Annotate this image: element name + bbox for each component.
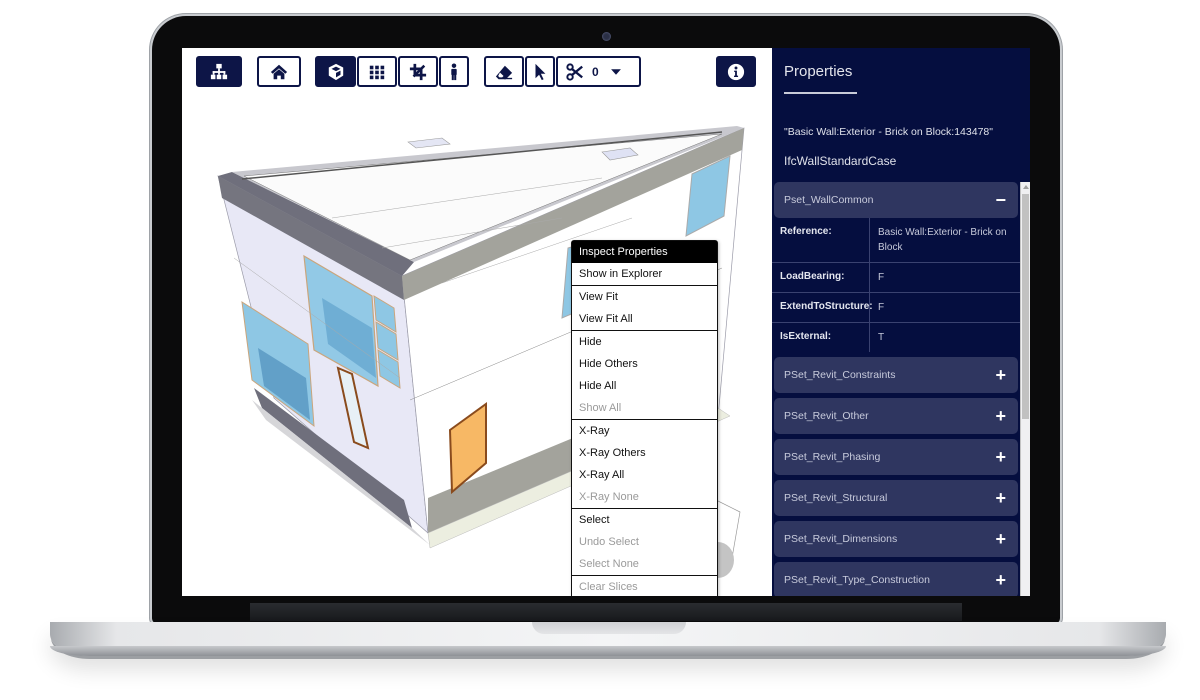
- pset-header-pset-revit-other[interactable]: PSet_Revit_Other +: [774, 398, 1018, 434]
- pointer-icon: [535, 63, 546, 80]
- perspective-button[interactable]: [315, 56, 356, 87]
- info-icon: [727, 63, 745, 80]
- expand-icon[interactable]: +: [995, 530, 1006, 548]
- home-button[interactable]: [257, 56, 301, 87]
- expand-icon[interactable]: +: [995, 571, 1006, 589]
- menu-item-select[interactable]: Select: [572, 509, 717, 531]
- object-type: IfcWallStandardCase: [784, 154, 897, 168]
- property-value: F: [878, 302, 885, 313]
- pset-name: PSet_Revit_Type_Construction: [784, 574, 930, 586]
- property-row: ExtendToStructure: F: [772, 293, 1020, 323]
- context-menu-group: Hide Hide Others Hide All Show All: [572, 330, 717, 419]
- property-value: F: [878, 272, 885, 283]
- property-key: LoadBearing:: [772, 263, 870, 292]
- property-table: Reference: Basic Wall:Exterior - Brick on…: [772, 218, 1020, 352]
- select-button[interactable]: [525, 56, 555, 87]
- scroll-up-icon[interactable]: [1023, 185, 1029, 189]
- menu-item-x-ray-others[interactable]: X-Ray Others: [572, 442, 717, 464]
- person-icon: [451, 62, 457, 80]
- pset-name: Pset_WallCommon: [784, 194, 874, 206]
- menu-item-hide-others[interactable]: Hide Others: [572, 353, 717, 375]
- menu-item-hide[interactable]: Hide: [572, 331, 717, 353]
- pset-header-pset-revit-constraints[interactable]: PSet_Revit_Constraints +: [774, 357, 1018, 393]
- first-person-button[interactable]: [439, 56, 469, 87]
- menu-item-x-ray-none: X-Ray None: [579, 491, 639, 503]
- title-underline: [784, 92, 857, 94]
- crop-button[interactable]: [398, 56, 438, 87]
- pset-name: PSet_Revit_Phasing: [784, 451, 881, 463]
- property-value: T: [878, 332, 885, 343]
- crop-icon: [409, 63, 427, 80]
- home-icon: [270, 64, 288, 79]
- menu-item-undo-select: Undo Select: [579, 536, 639, 548]
- context-menu-group: View Fit View Fit All: [572, 285, 717, 330]
- explorer-button[interactable]: [196, 56, 242, 87]
- slice-dropdown[interactable]: 0: [556, 56, 641, 87]
- menu-item-hide-all[interactable]: Hide All: [572, 375, 717, 397]
- app-screen: 0 Inspect Properties Show in Explorer View…: [182, 48, 1030, 596]
- eraser-icon: [495, 65, 513, 79]
- eraser-button[interactable]: [484, 56, 524, 87]
- properties-panel: Properties "Basic Wall:Exterior - Brick …: [772, 48, 1030, 596]
- pset-list: Pset_WallCommon − Reference: Basic Wall:Ext…: [772, 182, 1020, 596]
- expand-icon[interactable]: +: [995, 448, 1006, 466]
- menu-item-inspect-properties[interactable]: Inspect Properties: [572, 241, 717, 263]
- pset-name: PSet_Revit_Constraints: [784, 369, 896, 381]
- sitemap-icon: [210, 63, 228, 79]
- property-row: Reference: Basic Wall:Exterior - Brick on…: [772, 218, 1020, 263]
- grid-icon: [369, 65, 385, 79]
- laptop-hinge: [250, 603, 962, 621]
- pset-header-pset-revit-structural[interactable]: PSet_Revit_Structural +: [774, 480, 1018, 516]
- property-key: Reference:: [772, 218, 870, 262]
- info-button[interactable]: [716, 56, 756, 87]
- property-row: IsExternal: T: [772, 323, 1020, 352]
- menu-item-show-in-explorer[interactable]: Show in Explorer: [572, 263, 717, 285]
- expand-icon[interactable]: +: [995, 489, 1006, 507]
- 3d-viewport[interactable]: 0 Inspect Properties Show in Explorer View…: [182, 48, 772, 596]
- property-key: ExtendToStructure:: [772, 293, 873, 322]
- context-menu-group: Inspect Properties Show in Explorer: [572, 241, 717, 285]
- menu-item-x-ray-all[interactable]: X-Ray All: [572, 464, 717, 486]
- grid-button[interactable]: [357, 56, 397, 87]
- property-value: Basic Wall:Exterior - Brick on Block: [878, 227, 1007, 253]
- webcam-icon: [602, 32, 611, 41]
- slice-count: 0: [592, 64, 599, 79]
- menu-item-clear-slices: Clear Slices: [579, 581, 638, 593]
- cube-icon: [328, 63, 343, 80]
- pset-name: PSet_Revit_Dimensions: [784, 533, 898, 545]
- pset-header-pset-revit-phasing[interactable]: PSet_Revit_Phasing +: [774, 439, 1018, 475]
- object-name: "Basic Wall:Exterior - Brick on Block:14…: [784, 126, 993, 138]
- pset-header-pset-revit-dimensions[interactable]: PSet_Revit_Dimensions +: [774, 521, 1018, 557]
- property-row: LoadBearing: F: [772, 263, 1020, 293]
- panel-title: Properties: [784, 63, 853, 80]
- laptop-notch: [532, 622, 686, 634]
- caret-down-icon: [610, 68, 621, 75]
- context-menu-group: Select Undo Select Select None: [572, 508, 717, 575]
- property-key: IsExternal:: [772, 323, 870, 352]
- scissors-icon: [566, 62, 583, 81]
- menu-item-x-ray[interactable]: X-Ray: [572, 420, 717, 442]
- pset-name: PSet_Revit_Other: [784, 410, 869, 422]
- expand-icon[interactable]: +: [995, 366, 1006, 384]
- pset-name: PSet_Revit_Structural: [784, 492, 888, 504]
- context-menu-group: Clear Slices: [572, 575, 717, 596]
- pset-header-pset-revit-type-construction[interactable]: PSet_Revit_Type_Construction +: [774, 562, 1018, 596]
- menu-item-view-fit[interactable]: View Fit: [572, 286, 717, 308]
- menu-item-show-all: Show All: [579, 402, 622, 414]
- expand-icon[interactable]: +: [995, 407, 1006, 425]
- collapse-icon[interactable]: −: [995, 191, 1006, 209]
- context-menu-group: X-Ray X-Ray Others X-Ray All X-Ray None: [572, 419, 717, 508]
- scroll-thumb[interactable]: [1022, 194, 1029, 419]
- panel-scrollbar[interactable]: [1020, 182, 1030, 596]
- menu-item-select-none: Select None: [579, 558, 639, 570]
- context-menu: Inspect Properties Show in Explorer View F…: [571, 240, 718, 596]
- pset-header-pset-wallcommon[interactable]: Pset_WallCommon −: [774, 182, 1018, 218]
- menu-item-view-fit-all[interactable]: View Fit All: [572, 308, 717, 330]
